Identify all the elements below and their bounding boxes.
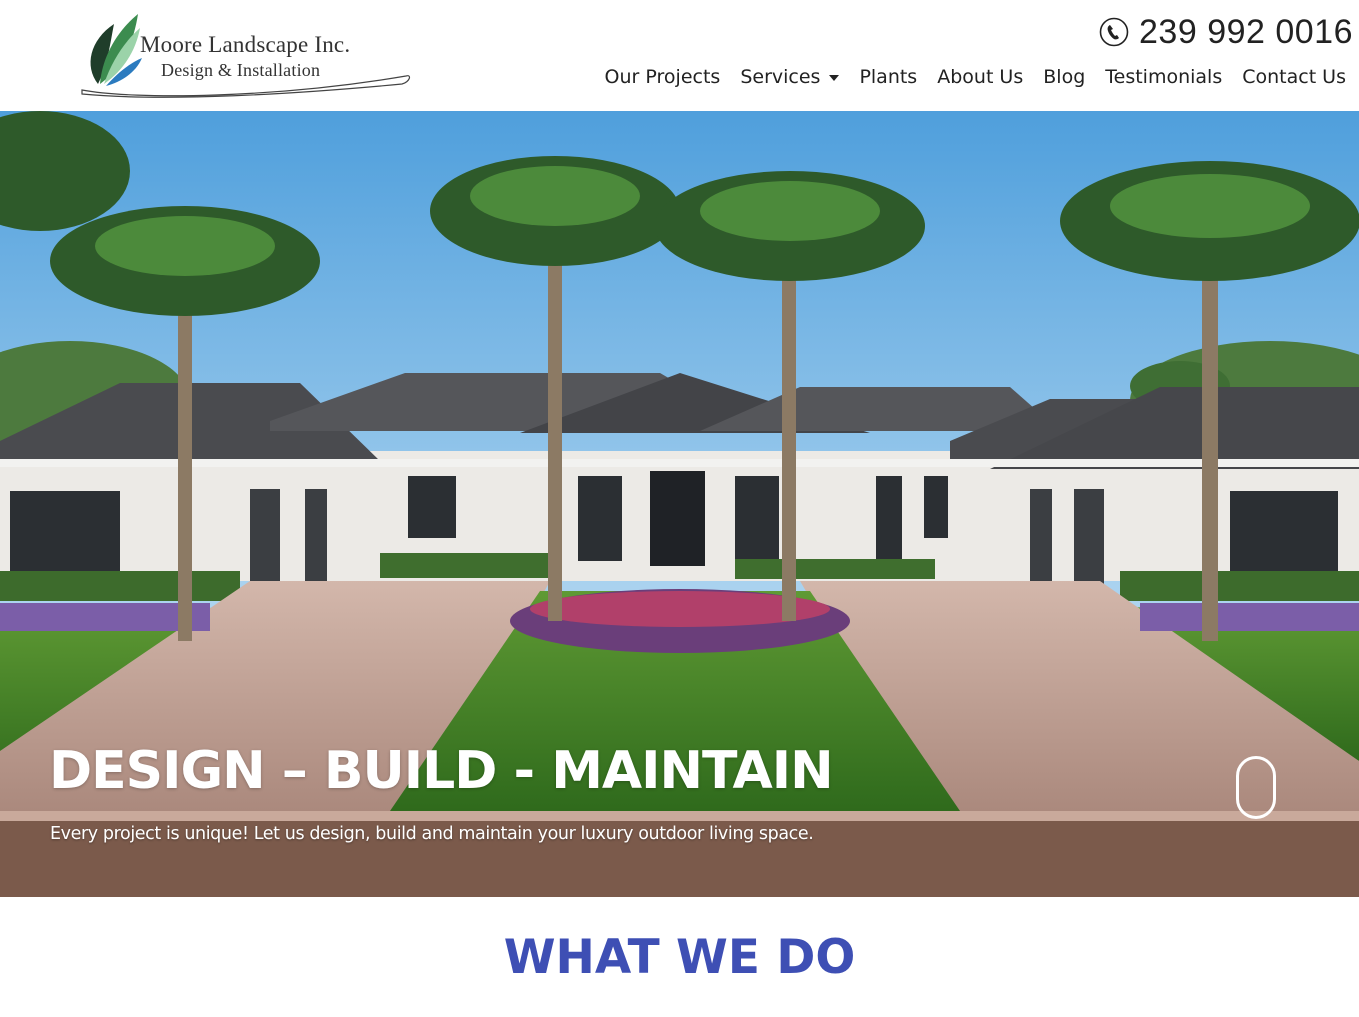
hero-subtitle: Every project is unique! Let us design, … [50, 824, 814, 844]
nav-label: Contact Us [1242, 66, 1346, 88]
nav-blog[interactable]: Blog [1043, 66, 1085, 88]
nav-label: Plants [859, 66, 918, 88]
nav-plants[interactable]: Plants [859, 66, 917, 88]
logo-title: Moore Landscape Inc. [140, 32, 351, 57]
hero-title: DESIGN – BUILD - MAINTAIN [49, 741, 834, 801]
section-title-what-we-do: WHAT WE DO [503, 930, 856, 985]
nav-label: About Us [937, 66, 1024, 88]
nav-label: Blog [1043, 66, 1086, 88]
phone-contact[interactable]: 239 992 0016 [1099, 11, 1353, 53]
site-header: Moore Landscape Inc. Design & Installati… [0, 0, 1359, 111]
site-logo[interactable]: Moore Landscape Inc. Design & Installati… [76, 10, 416, 102]
nav-services[interactable]: Services [740, 66, 840, 88]
nav-label: Our Projects [604, 66, 721, 88]
phone-icon [1099, 17, 1129, 47]
nav-contact-us[interactable]: Contact Us [1242, 66, 1346, 88]
phone-number[interactable]: 239 992 0016 [1139, 13, 1353, 52]
nav-about-us[interactable]: About Us [937, 66, 1023, 88]
nav-testimonials[interactable]: Testimonials [1105, 66, 1222, 88]
logo-tagline: Design & Installation [161, 60, 321, 80]
mouse-scroll-icon[interactable] [1236, 756, 1276, 819]
nav-label: Testimonials [1105, 66, 1223, 88]
nav-our-projects[interactable]: Our Projects [605, 66, 721, 88]
chevron-down-icon [829, 75, 840, 81]
nav-label: Services [740, 66, 821, 88]
hero-banner: DESIGN – BUILD - MAINTAIN Every project … [0, 111, 1359, 897]
main-nav: Our Projects Services Plants About Us Bl… [585, 62, 1346, 92]
